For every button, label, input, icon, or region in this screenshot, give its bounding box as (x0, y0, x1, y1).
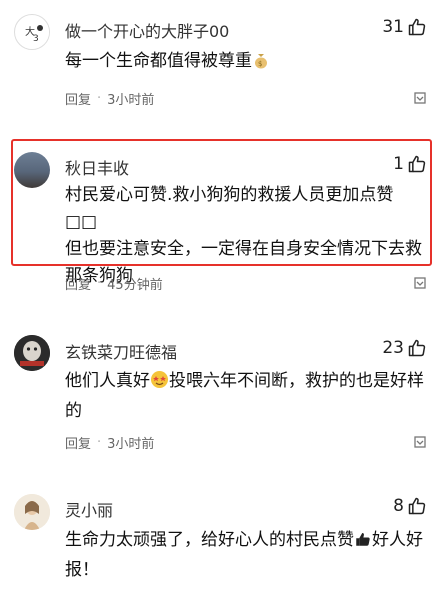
username[interactable]: 灵小丽 (65, 497, 113, 521)
svg-text:$: $ (258, 60, 262, 68)
avatar[interactable]: 大 3 (14, 14, 50, 50)
like-button[interactable]: 1 (393, 154, 427, 174)
more-icon[interactable] (413, 91, 427, 105)
like-count: 8 (393, 496, 404, 516)
like-button[interactable]: 8 (393, 496, 427, 516)
thumbs-up-icon (408, 339, 426, 357)
username[interactable]: 秋日丰收 (65, 155, 129, 179)
more-icon[interactable] (413, 435, 427, 449)
username[interactable]: 玄铁菜刀旺德福 (65, 339, 177, 363)
timestamp: 45分钟前 (107, 278, 163, 293)
thumbs-up-icon (408, 155, 426, 173)
avatar[interactable] (14, 494, 50, 530)
username[interactable]: 做一个开心的大胖子00 (65, 18, 229, 42)
thumbs-up-emoji-icon (354, 530, 372, 557)
like-count: 23 (382, 338, 404, 358)
like-button[interactable]: 23 (382, 338, 427, 358)
like-count: 31 (382, 17, 404, 37)
money-bag-icon: $ (252, 51, 270, 78)
more-icon[interactable] (413, 276, 427, 290)
comment-text: 每一个生命都值得被尊重 $ (65, 48, 425, 78)
like-count: 1 (393, 154, 404, 174)
thumbs-up-icon (408, 497, 426, 515)
svg-text:3: 3 (33, 34, 39, 44)
comment-text: 生命力太顽强了，给好心人的村民点赞 好人好 报！ (65, 530, 423, 580)
thumbs-up-icon (408, 18, 426, 36)
comment-text: 他们人真好 投喂六年不间断，救护的也是好样 的 (65, 370, 424, 421)
reply-button[interactable]: 回复 (65, 274, 91, 293)
timestamp: 3小时前 (107, 93, 155, 108)
avatar[interactable] (14, 335, 50, 371)
reply-button[interactable]: 回复 (65, 89, 91, 108)
comment-meta: 回复 · 45分钟前 (65, 274, 163, 293)
avatar[interactable] (14, 152, 50, 188)
comment-meta: 回复 · 3小时前 (65, 433, 155, 452)
reply-button[interactable]: 回复 (65, 433, 91, 452)
like-button[interactable]: 31 (382, 17, 427, 37)
timestamp: 3小时前 (107, 437, 155, 452)
comment-meta: 回复 · 3小时前 (65, 89, 155, 108)
star-struck-emoji-icon (150, 370, 169, 398)
